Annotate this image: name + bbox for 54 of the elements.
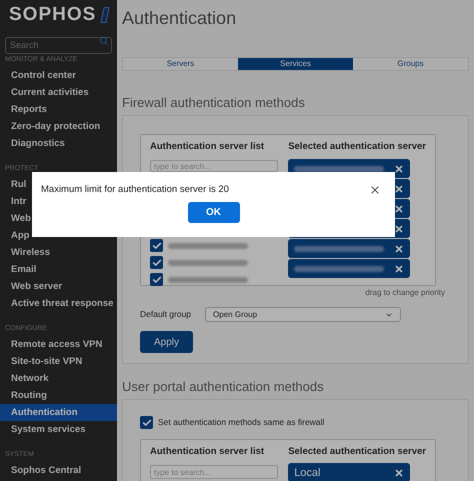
section-heading: Firewall authentication methods bbox=[122, 94, 306, 111]
nav-item[interactable]: Remote access VPN bbox=[0, 336, 117, 353]
checkbox-label: Set authentication methods same as firewall bbox=[158, 416, 324, 429]
nav-item[interactable]: Routing bbox=[0, 387, 117, 404]
server-chip[interactable]: Local bbox=[288, 463, 410, 481]
remove-icon[interactable] bbox=[394, 224, 404, 234]
nav-item[interactable]: Control center bbox=[0, 67, 117, 84]
nav-item[interactable]: System services bbox=[0, 421, 117, 438]
search-field[interactable]: Search bbox=[5, 36, 112, 54]
checkbox[interactable] bbox=[140, 416, 153, 429]
check-icon bbox=[142, 418, 152, 428]
section-heading: User portal authentication methods bbox=[122, 378, 325, 395]
tab[interactable]: Groups bbox=[353, 58, 468, 70]
page-title: Authentication bbox=[122, 7, 238, 30]
tab[interactable]: Servers bbox=[123, 58, 238, 70]
nav-item[interactable]: Active threat response bbox=[0, 295, 117, 312]
nav-item[interactable]: Email bbox=[0, 261, 117, 278]
nav-item[interactable]: Authentication bbox=[0, 404, 117, 421]
remove-icon[interactable] bbox=[394, 164, 404, 174]
nav-item[interactable]: Zero-day protection bbox=[0, 118, 117, 135]
group-dropdown[interactable]: Open Group bbox=[205, 307, 402, 322]
remove-icon[interactable] bbox=[394, 204, 404, 214]
dialog-message: Maximum limit for authentication server is 20 bbox=[41, 183, 229, 197]
remove-icon[interactable] bbox=[394, 244, 404, 254]
search-icon[interactable] bbox=[99, 36, 108, 45]
server-chip[interactable] bbox=[288, 259, 410, 278]
nav-item[interactable]: Network bbox=[0, 370, 117, 387]
list-heading: Authentication server list bbox=[150, 445, 266, 459]
nav-item[interactable]: Sophos Central bbox=[0, 462, 117, 479]
nav-item[interactable]: Wireless bbox=[0, 244, 117, 261]
list-heading: Selected authentication server bbox=[288, 140, 426, 154]
ok-button[interactable]: OK bbox=[188, 202, 240, 224]
close-icon[interactable] bbox=[369, 184, 381, 196]
field-label: Default group bbox=[140, 308, 192, 321]
tab[interactable]: Services bbox=[238, 58, 353, 70]
hint-text: drag to change priority bbox=[365, 287, 445, 299]
list-heading: Selected authentication server bbox=[288, 445, 426, 459]
list-heading: Authentication server list bbox=[150, 140, 266, 154]
server-chip[interactable] bbox=[288, 239, 410, 258]
chip-label: Local bbox=[294, 466, 320, 480]
nav-item[interactable]: Reports bbox=[0, 101, 117, 118]
checkbox[interactable] bbox=[150, 273, 163, 286]
remove-icon[interactable] bbox=[394, 184, 404, 194]
remove-icon[interactable] bbox=[394, 468, 404, 478]
nav-item[interactable]: Diagnostics bbox=[0, 135, 117, 152]
apply-button[interactable]: Apply bbox=[140, 331, 193, 353]
nav-item[interactable]: Current activities bbox=[0, 84, 117, 101]
logo-icon bbox=[100, 7, 110, 23]
logo: SOPHOS bbox=[9, 2, 96, 27]
nav-item[interactable]: Web server bbox=[0, 278, 117, 295]
checkbox[interactable] bbox=[150, 256, 163, 269]
remove-icon[interactable] bbox=[394, 264, 404, 274]
checkbox[interactable] bbox=[150, 239, 163, 252]
nav-item[interactable]: Site-to-site VPN bbox=[0, 353, 117, 370]
